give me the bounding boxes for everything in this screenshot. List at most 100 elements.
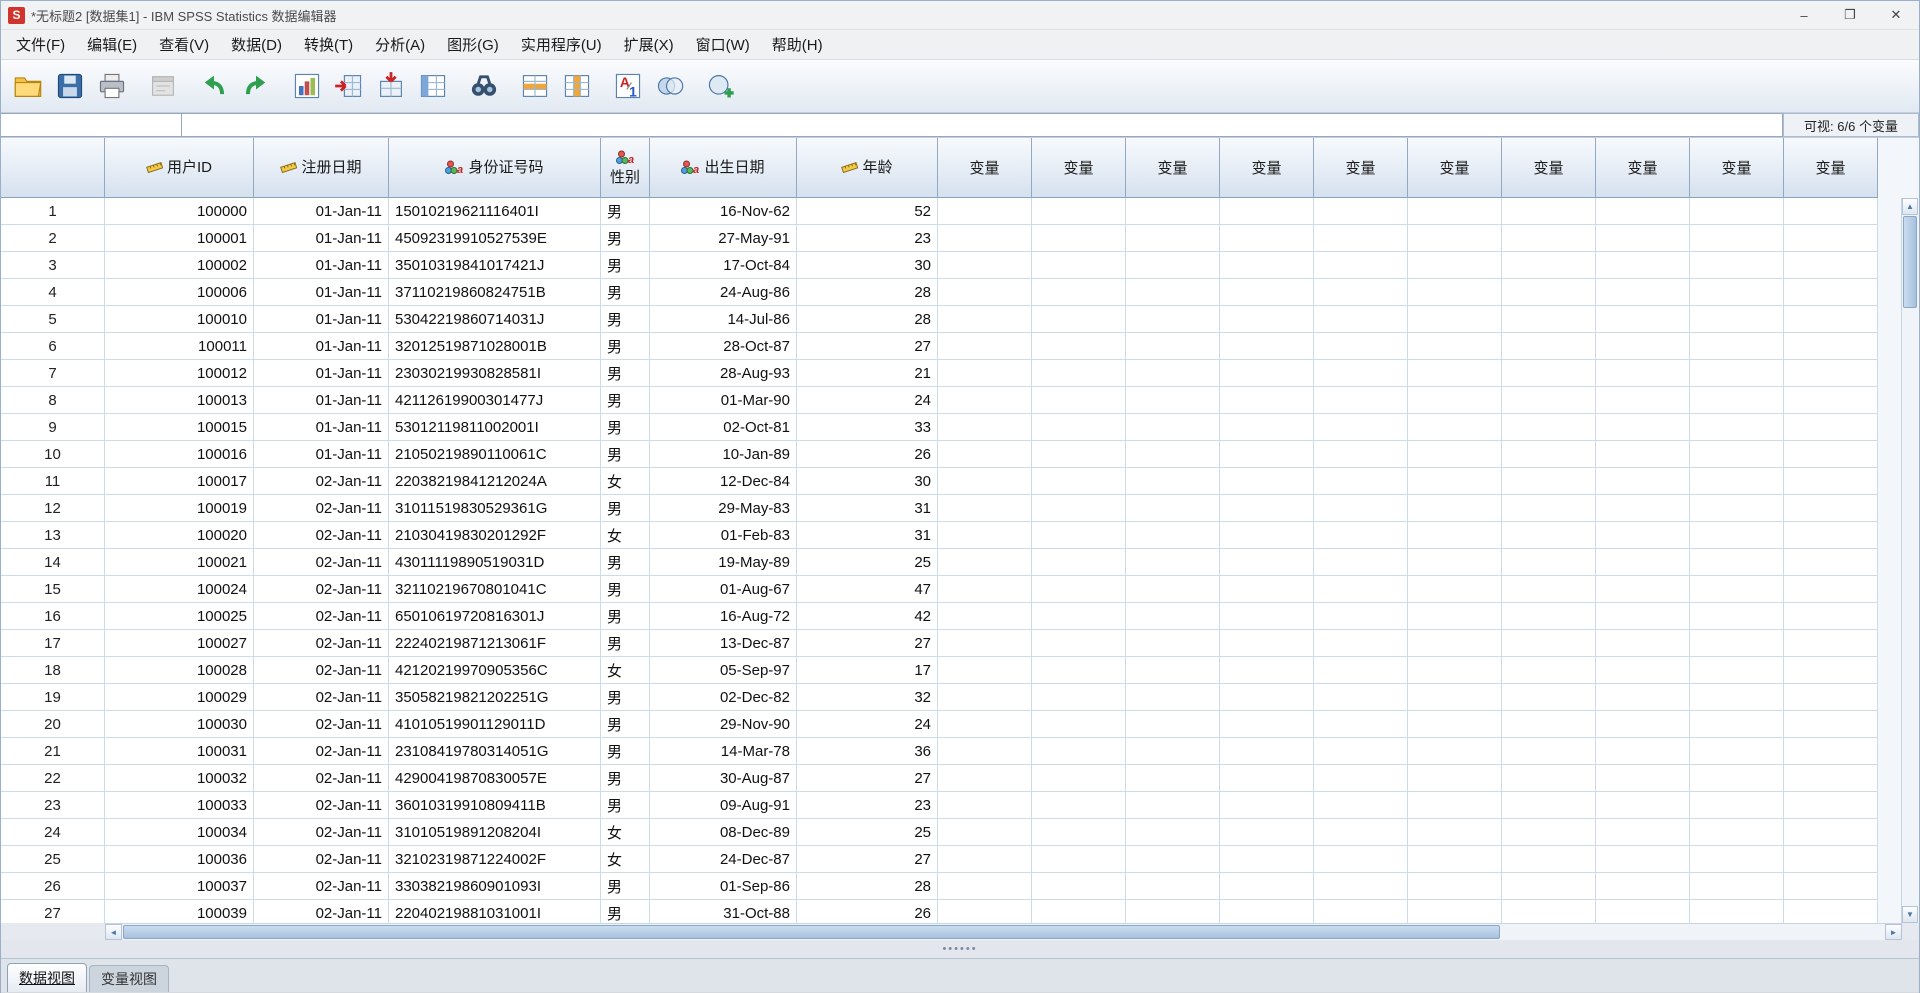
cell-userid[interactable]: 100039 bbox=[105, 900, 254, 923]
empty-cell[interactable] bbox=[1126, 819, 1220, 846]
empty-cell[interactable] bbox=[938, 522, 1032, 549]
empty-cell[interactable] bbox=[1220, 576, 1314, 603]
empty-cell[interactable] bbox=[1502, 387, 1596, 414]
cell-age[interactable]: 24 bbox=[797, 387, 938, 414]
empty-cell[interactable] bbox=[1596, 225, 1690, 252]
empty-cell[interactable] bbox=[938, 603, 1032, 630]
empty-cell[interactable] bbox=[1314, 765, 1408, 792]
empty-cell[interactable] bbox=[1502, 738, 1596, 765]
empty-cell[interactable] bbox=[1596, 684, 1690, 711]
empty-cell[interactable] bbox=[1032, 576, 1126, 603]
menu-item[interactable]: 文件(F) bbox=[5, 29, 76, 60]
empty-cell[interactable] bbox=[938, 198, 1032, 225]
cell-userid[interactable]: 100030 bbox=[105, 711, 254, 738]
empty-cell[interactable] bbox=[1032, 738, 1126, 765]
cell-gender[interactable]: 男 bbox=[601, 792, 650, 819]
empty-cell[interactable] bbox=[1408, 738, 1502, 765]
cell-birthdate[interactable]: 29-Nov-90 bbox=[650, 711, 797, 738]
cell-userid[interactable]: 100011 bbox=[105, 333, 254, 360]
empty-cell[interactable] bbox=[1220, 900, 1314, 923]
cell-birthdate[interactable]: 13-Dec-87 bbox=[650, 630, 797, 657]
empty-cell[interactable] bbox=[1502, 306, 1596, 333]
variables-icon[interactable] bbox=[412, 65, 454, 107]
empty-cell[interactable] bbox=[1408, 225, 1502, 252]
empty-cell[interactable] bbox=[1502, 900, 1596, 923]
cell-userid[interactable]: 100000 bbox=[105, 198, 254, 225]
column-header-placeholder[interactable]: 变量 bbox=[1784, 138, 1878, 198]
empty-cell[interactable] bbox=[1220, 360, 1314, 387]
empty-cell[interactable] bbox=[1596, 873, 1690, 900]
cell-age[interactable]: 30 bbox=[797, 252, 938, 279]
empty-cell[interactable] bbox=[1784, 846, 1878, 873]
cell-idcard[interactable]: 53042219860714031J bbox=[389, 306, 601, 333]
row-number-cell[interactable]: 14 bbox=[1, 549, 105, 576]
empty-cell[interactable] bbox=[1784, 603, 1878, 630]
cell-age[interactable]: 52 bbox=[797, 198, 938, 225]
cell-regdate[interactable]: 02-Jan-11 bbox=[254, 549, 389, 576]
cell-age[interactable]: 26 bbox=[797, 900, 938, 923]
cell-userid[interactable]: 100016 bbox=[105, 441, 254, 468]
row-number-cell[interactable]: 3 bbox=[1, 252, 105, 279]
empty-cell[interactable] bbox=[1314, 657, 1408, 684]
empty-cell[interactable] bbox=[1314, 360, 1408, 387]
cell-regdate[interactable]: 02-Jan-11 bbox=[254, 765, 389, 792]
empty-cell[interactable] bbox=[1126, 333, 1220, 360]
empty-cell[interactable] bbox=[1690, 738, 1784, 765]
cell-gender[interactable]: 男 bbox=[601, 495, 650, 522]
empty-cell[interactable] bbox=[938, 711, 1032, 738]
empty-cell[interactable] bbox=[1220, 603, 1314, 630]
empty-cell[interactable] bbox=[1502, 414, 1596, 441]
row-number-cell[interactable]: 4 bbox=[1, 279, 105, 306]
menu-item[interactable]: 转换(T) bbox=[293, 29, 364, 60]
pane-splitter[interactable]: •••••• bbox=[1, 940, 1919, 958]
cell-birthdate[interactable]: 01-Aug-67 bbox=[650, 576, 797, 603]
cell-idcard[interactable]: 53012119811002001I bbox=[389, 414, 601, 441]
cell-regdate[interactable]: 02-Jan-11 bbox=[254, 846, 389, 873]
empty-cell[interactable] bbox=[1032, 198, 1126, 225]
empty-cell[interactable] bbox=[1502, 711, 1596, 738]
empty-cell[interactable] bbox=[1220, 792, 1314, 819]
cell-gender[interactable]: 女 bbox=[601, 819, 650, 846]
save-icon[interactable] bbox=[49, 65, 91, 107]
empty-cell[interactable] bbox=[1690, 333, 1784, 360]
empty-cell[interactable] bbox=[1502, 630, 1596, 657]
empty-cell[interactable] bbox=[1032, 252, 1126, 279]
cell-idcard[interactable]: 15010219621116401I bbox=[389, 198, 601, 225]
cell-gender[interactable]: 男 bbox=[601, 333, 650, 360]
empty-cell[interactable] bbox=[1126, 252, 1220, 279]
cell-birthdate[interactable]: 19-May-89 bbox=[650, 549, 797, 576]
empty-cell[interactable] bbox=[1784, 468, 1878, 495]
cell-gender[interactable]: 男 bbox=[601, 198, 650, 225]
empty-cell[interactable] bbox=[1220, 387, 1314, 414]
empty-cell[interactable] bbox=[938, 738, 1032, 765]
empty-cell[interactable] bbox=[1596, 711, 1690, 738]
column-header-regdate[interactable]: 注册日期 bbox=[254, 138, 389, 198]
scroll-down-icon[interactable]: ▼ bbox=[1902, 906, 1918, 923]
cell-age[interactable]: 28 bbox=[797, 873, 938, 900]
empty-cell[interactable] bbox=[1032, 414, 1126, 441]
cell-regdate[interactable]: 01-Jan-11 bbox=[254, 360, 389, 387]
grid-corner-cell[interactable] bbox=[1, 138, 105, 198]
cell-birthdate[interactable]: 24-Aug-86 bbox=[650, 279, 797, 306]
empty-cell[interactable] bbox=[1690, 225, 1784, 252]
menu-item[interactable]: 扩展(X) bbox=[613, 29, 685, 60]
cell-regdate[interactable]: 02-Jan-11 bbox=[254, 711, 389, 738]
empty-cell[interactable] bbox=[1690, 792, 1784, 819]
cell-age[interactable]: 30 bbox=[797, 468, 938, 495]
cell-userid[interactable]: 100033 bbox=[105, 792, 254, 819]
cell-idcard[interactable]: 43011119890519031D bbox=[389, 549, 601, 576]
empty-cell[interactable] bbox=[1784, 333, 1878, 360]
empty-cell[interactable] bbox=[1032, 630, 1126, 657]
empty-cell[interactable] bbox=[1220, 738, 1314, 765]
empty-cell[interactable] bbox=[1408, 306, 1502, 333]
empty-cell[interactable] bbox=[1126, 279, 1220, 306]
cell-age[interactable]: 23 bbox=[797, 225, 938, 252]
cell-userid[interactable]: 100020 bbox=[105, 522, 254, 549]
empty-cell[interactable] bbox=[1690, 441, 1784, 468]
empty-cell[interactable] bbox=[1690, 279, 1784, 306]
empty-cell[interactable] bbox=[938, 630, 1032, 657]
empty-cell[interactable] bbox=[1032, 684, 1126, 711]
empty-cell[interactable] bbox=[1408, 252, 1502, 279]
cell-idcard[interactable]: 41010519901129011D bbox=[389, 711, 601, 738]
empty-cell[interactable] bbox=[1784, 576, 1878, 603]
